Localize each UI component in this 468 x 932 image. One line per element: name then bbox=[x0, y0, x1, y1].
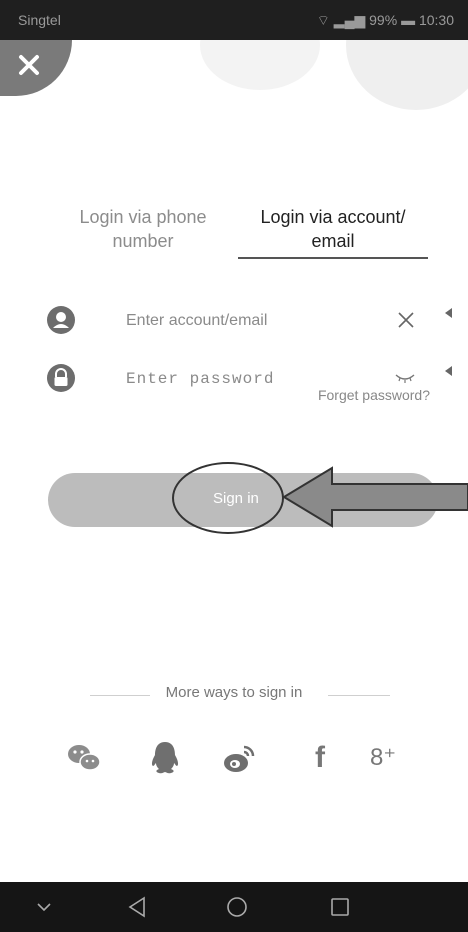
facebook-login-button[interactable]: f bbox=[300, 738, 340, 778]
wechat-icon bbox=[68, 745, 101, 771]
decoration-circle bbox=[346, 40, 468, 110]
account-input[interactable] bbox=[124, 308, 368, 334]
status-right: ⌔ ▂▄▆ 99% ▬ 10:30 bbox=[317, 12, 454, 30]
lock-icon bbox=[47, 364, 75, 392]
more-ways-label: More ways to sign in bbox=[165, 684, 303, 701]
user-icon bbox=[47, 306, 75, 334]
wechat-login-button[interactable] bbox=[64, 738, 104, 778]
back-icon[interactable] bbox=[128, 896, 146, 918]
status-bar: Singtel ⌔ ▂▄▆ 99% ▬ 10:30 bbox=[0, 0, 468, 40]
signal-icon: ▂▄▆ bbox=[333, 12, 366, 28]
battery-icon: ▬ bbox=[401, 12, 416, 28]
home-icon[interactable] bbox=[226, 896, 248, 918]
system-nav-bar bbox=[0, 882, 468, 932]
close-icon bbox=[19, 55, 39, 75]
decoration-circle bbox=[200, 40, 320, 90]
highlight-circle-annotation bbox=[172, 462, 284, 534]
google-plus-login-button[interactable]: 8⁺ bbox=[370, 738, 410, 778]
battery-percent: 99% bbox=[369, 12, 398, 28]
chevron-down-icon[interactable] bbox=[36, 902, 52, 912]
wifi-icon: ⌔ bbox=[316, 12, 330, 28]
active-tab-underline bbox=[238, 257, 428, 259]
caret-left-icon bbox=[445, 308, 452, 318]
tab-phone-login[interactable]: Login via phone number bbox=[48, 205, 238, 253]
clock: 10:30 bbox=[418, 12, 454, 28]
tab-account-login[interactable]: Login via account/ email bbox=[238, 205, 428, 259]
forgot-password-link[interactable]: Forget password? bbox=[318, 387, 430, 403]
account-field-row bbox=[0, 298, 468, 342]
google-plus-icon: 8⁺ bbox=[370, 744, 397, 771]
recent-apps-icon[interactable] bbox=[330, 897, 350, 917]
weibo-login-button[interactable] bbox=[220, 738, 260, 778]
clear-icon[interactable] bbox=[396, 310, 416, 330]
tab-phone-label: Login via phone number bbox=[79, 207, 207, 251]
pointer-arrow-annotation bbox=[282, 466, 468, 528]
qq-login-button[interactable] bbox=[145, 738, 185, 778]
tab-account-label: Login via account/ email bbox=[260, 207, 406, 251]
weibo-icon bbox=[224, 745, 255, 772]
facebook-icon: f bbox=[315, 741, 325, 774]
eye-closed-icon[interactable] bbox=[394, 372, 416, 384]
carrier-label: Singtel bbox=[18, 12, 61, 28]
caret-left-icon bbox=[445, 366, 452, 376]
qq-icon bbox=[151, 742, 179, 774]
divider-line bbox=[328, 695, 390, 696]
